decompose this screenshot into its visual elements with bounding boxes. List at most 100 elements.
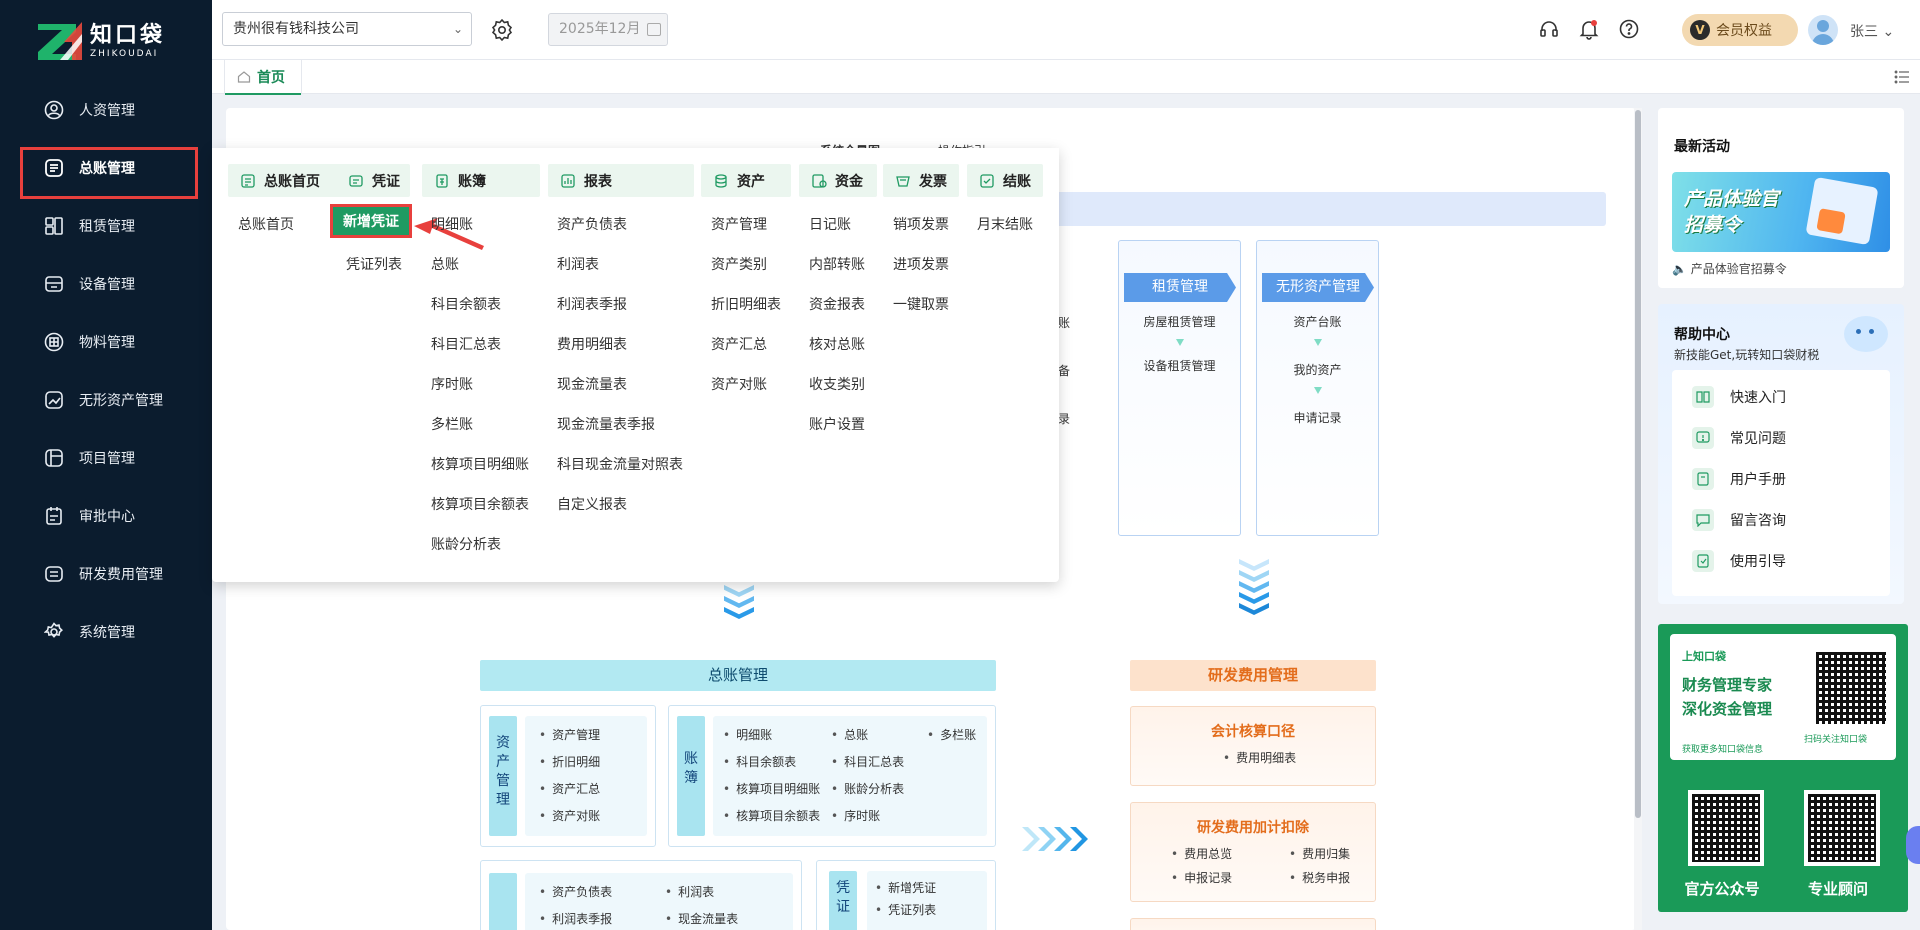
menu-category-closing[interactable]: 结账 [967,164,1043,197]
menu-item-funds[interactable]: 收支类别 [809,374,865,394]
menu-item-assets[interactable]: 资产类别 [711,254,767,274]
menu-item-reports[interactable]: 科目现金流量对照表 [557,454,683,474]
menu-item-ledger-home[interactable]: 总账首页 [238,214,294,234]
book-item[interactable]: 总账 [831,726,868,743]
menu-category-invoices[interactable]: 发票 [883,164,959,197]
report-item[interactable]: 现金流量表 [665,910,738,927]
menu-item-funds[interactable]: 账户设置 [809,414,865,434]
sidebar-item-project[interactable]: 项目管理 [0,429,212,487]
intangible-item[interactable]: 资产台账 [1257,313,1378,330]
help-item-quickstart[interactable]: 快速入门 [1692,386,1786,408]
book-item[interactable]: 核算项目余额表 [723,807,820,824]
menu-item-closing[interactable]: 月末结账 [977,214,1033,234]
rd-deduction-item[interactable]: 费用归集 [1289,845,1350,862]
book-item[interactable]: 序时账 [831,807,880,824]
menu-item-funds[interactable]: 日记账 [809,214,851,234]
book-item[interactable]: 多栏账 [927,726,976,743]
menu-item-assets[interactable]: 资产汇总 [711,334,767,354]
headset-icon[interactable] [1538,18,1560,40]
menu-item-books[interactable]: 账龄分析表 [431,534,501,554]
menu-item-books[interactable]: 核算项目余额表 [431,494,529,514]
menu-item-funds[interactable]: 资金报表 [809,294,865,314]
menu-item-invoices[interactable]: 一键取票 [893,294,949,314]
tab-home[interactable]: 首页 [224,60,302,95]
book-item[interactable]: 账龄分析表 [831,780,904,797]
report-item[interactable]: 利润表季报 [539,910,612,927]
menu-item-new-voucher[interactable]: 新增凭证 [330,204,412,238]
sidebar-item-general-ledger[interactable]: 总账管理 [0,139,212,199]
user-menu[interactable]: 张三 ⌄ [1850,21,1894,41]
help-icon[interactable] [1618,18,1640,40]
menu-item-assets[interactable]: 折旧明细表 [711,294,781,314]
menu-item-books[interactable]: 总账 [431,254,459,274]
asset-item[interactable]: 折旧明细 [539,753,600,770]
menu-category-funds[interactable]: 资金 [799,164,877,197]
menu-item-reports[interactable]: 自定义报表 [557,494,627,514]
gear-icon[interactable] [490,18,514,42]
consultant-qr[interactable] [1804,790,1880,866]
asset-item[interactable]: 资产管理 [539,726,600,743]
intangible-item[interactable]: 我的资产 [1257,361,1378,378]
menu-item-books[interactable]: 科目余额表 [431,294,501,314]
activity-banner[interactable]: 产品体验官 招募令 [1672,172,1890,252]
report-item[interactable]: 资产负债表 [539,883,612,900]
voucher-item[interactable]: 新增凭证 [875,879,936,896]
book-item[interactable]: 明细账 [723,726,772,743]
sidebar-item-system[interactable]: 系统管理 [0,603,212,661]
activity-item[interactable]: 🔈 产品体验官招募令 [1672,260,1787,277]
menu-item-invoices[interactable]: 进项发票 [893,254,949,274]
official-account-qr[interactable] [1688,790,1764,866]
help-item-faq[interactable]: 常见问题 [1692,427,1786,449]
help-item-message[interactable]: 留言咨询 [1692,509,1786,531]
menu-category-voucher[interactable]: 凭证 [336,164,410,197]
intangible-module-card[interactable]: 无形资产管理 资产台账 我的资产 申请记录 [1256,240,1379,536]
scrollbar-thumb[interactable] [1635,110,1641,818]
menu-item-invoices[interactable]: 销项发票 [893,214,949,234]
lease-module-card[interactable]: 租赁管理 房屋租赁管理 设备租赁管理 [1118,240,1241,536]
sidebar-item-device[interactable]: 设备管理 [0,255,212,313]
rd-deduction-item[interactable]: 费用总览 [1171,845,1232,862]
menu-item-assets[interactable]: 资产对账 [711,374,767,394]
wechat-qr-code[interactable] [1816,652,1886,724]
menu-item-reports[interactable]: 费用明细表 [557,334,627,354]
menu-category-home[interactable]: 总账首页 [228,164,346,197]
help-item-manual[interactable]: 用户手册 [1692,468,1786,490]
help-item-guide[interactable]: 使用引导 [1692,550,1786,572]
intangible-item[interactable]: 申请记录 [1257,409,1378,426]
menu-item-reports[interactable]: 资产负债表 [557,214,627,234]
rd-deduction-item[interactable]: 税务申报 [1289,869,1350,886]
book-item[interactable]: 核算项目明细账 [723,780,820,797]
menu-category-books[interactable]: 账簿 [422,164,540,197]
menu-item-reports[interactable]: 现金流量表季报 [557,414,655,434]
company-select[interactable]: 贵州很有钱科技公司 ⌄ [222,12,472,46]
menu-item-reports[interactable]: 利润表 [557,254,599,274]
sidebar-item-intangible[interactable]: 无形资产管理 [0,371,212,429]
menu-item-books[interactable]: 序时账 [431,374,473,394]
book-item[interactable]: 科目汇总表 [831,753,904,770]
menu-item-funds[interactable]: 核对总账 [809,334,865,354]
sidebar-item-lease[interactable]: 租赁管理 [0,197,212,255]
lease-item[interactable]: 设备租赁管理 [1119,357,1240,374]
menu-item-reports[interactable]: 现金流量表 [557,374,627,394]
sidebar-item-hr[interactable]: 人资管理 [0,81,212,139]
logo[interactable]: 知口袋 ZHIKOUDAI [36,20,165,62]
list-icon[interactable] [1894,69,1910,85]
menu-item-books[interactable]: 明细账 [431,214,473,234]
rd-accounting-item[interactable]: 费用明细表 [1223,749,1296,766]
menu-item-reports[interactable]: 利润表季报 [557,294,627,314]
asset-item[interactable]: 资产对账 [539,807,600,824]
lease-item[interactable]: 房屋租赁管理 [1119,313,1240,330]
period-picker[interactable]: 2025年12月 [548,13,668,46]
book-item[interactable]: 科目余额表 [723,753,796,770]
chat-bubble-icon[interactable] [1906,826,1920,864]
menu-item-assets[interactable]: 资产管理 [711,214,767,234]
menu-item-books[interactable]: 科目汇总表 [431,334,501,354]
avatar[interactable] [1808,15,1838,45]
menu-category-reports[interactable]: 报表 [548,164,694,197]
menu-item-books[interactable]: 核算项目明细账 [431,454,529,474]
menu-item-books[interactable]: 多栏账 [431,414,473,434]
vip-benefits-button[interactable]: V 会员权益 [1682,14,1798,46]
menu-item-voucher-list[interactable]: 凭证列表 [346,254,402,274]
report-item[interactable]: 利润表 [665,883,714,900]
sidebar-item-rd-expense[interactable]: 研发费用管理 [0,545,212,603]
